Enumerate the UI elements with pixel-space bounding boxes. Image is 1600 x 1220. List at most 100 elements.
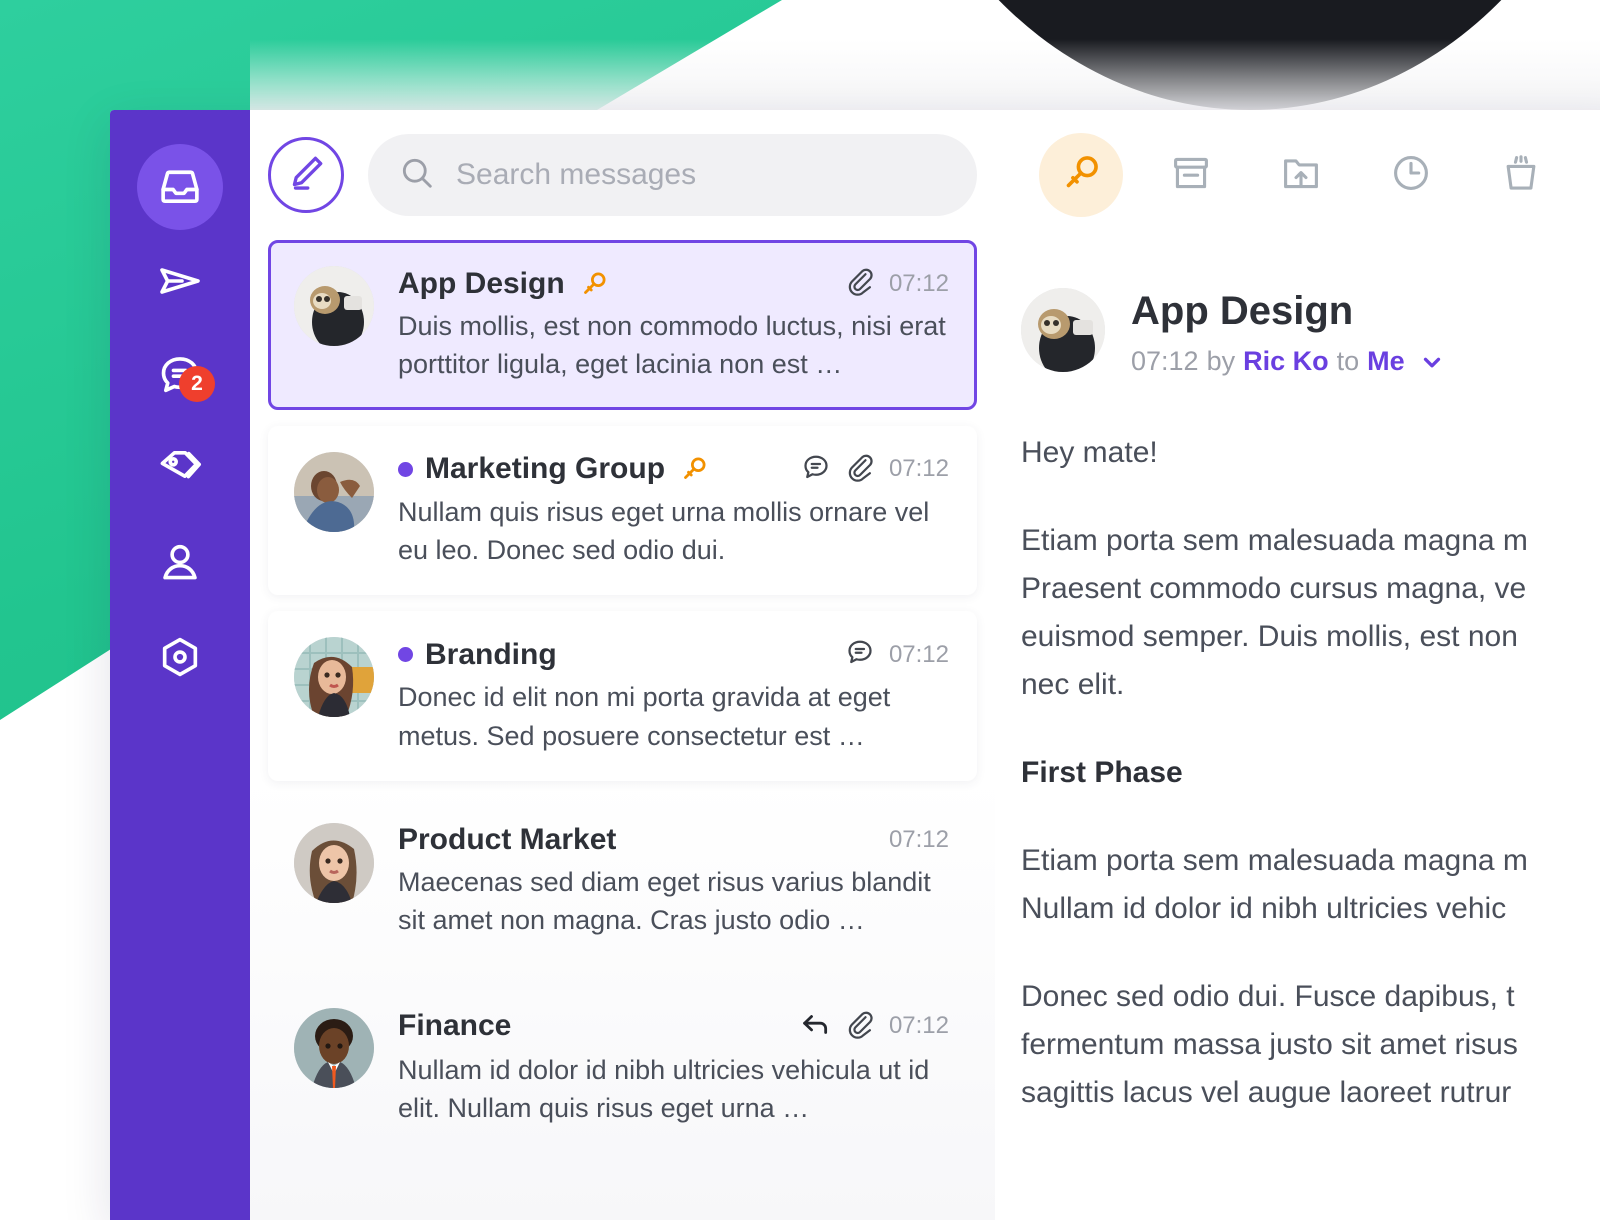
message-list[interactable]: App Design	[250, 240, 995, 1220]
sidebar-item-inbox[interactable]	[137, 144, 223, 230]
sidebar-item-contacts[interactable]	[137, 520, 223, 606]
inbox-icon	[157, 164, 203, 210]
body-paragraph-3: Donec sed odio dui. Fusce dapibus, t fer…	[1021, 973, 1600, 1117]
detail-time: 07:12	[1131, 346, 1199, 377]
message-title: Product Market	[398, 823, 616, 857]
message-header: Finance	[398, 1008, 949, 1045]
message-time: 07:12	[889, 1012, 949, 1040]
body-heading: First Phase	[1021, 749, 1600, 797]
snooze-button[interactable]	[1369, 133, 1453, 217]
message-title: Branding	[425, 638, 557, 672]
chats-unread-badge: 2	[179, 366, 215, 402]
app-window: 2	[110, 110, 1600, 1220]
sidebar-item-chats[interactable]: 2	[137, 332, 223, 418]
message-detail-column: App Design 07:12 by Ric Ko to Me Hey mat…	[995, 110, 1600, 1220]
message-body: Hey mate! Etiam porta sem malesuada magn…	[995, 377, 1600, 1157]
message-title: App Design	[398, 267, 565, 301]
comment-icon	[801, 452, 831, 487]
message-list-column: App Design	[250, 110, 995, 1220]
key-icon	[1059, 151, 1103, 200]
message-time: 07:12	[889, 641, 949, 669]
search-icon	[398, 154, 436, 197]
message-preview: Maecenas sed diam eget risus varius blan…	[398, 863, 949, 940]
message-content: App Design	[398, 266, 949, 384]
page-title: App Design	[1131, 288, 1445, 334]
unread-dot	[398, 647, 413, 662]
body-line: sagittis lacus vel augue laoreet rutrur	[1021, 1069, 1600, 1117]
settings-icon	[157, 634, 203, 680]
message-indicators: 07:12	[845, 266, 949, 301]
compose-button[interactable]	[268, 137, 344, 213]
message-preview: Nullam quis risus eget urna mollis ornar…	[398, 493, 949, 570]
body-line: Praesent commodo cursus magna, ve	[1021, 565, 1600, 613]
message-list-item-branding[interactable]: Branding 07:12 Donec id elit non mi p	[268, 611, 977, 781]
message-header: Marketing Group	[398, 452, 949, 487]
message-header: Product Market 07:12	[398, 823, 949, 857]
body-paragraph-1: Etiam porta sem malesuada magna m Praese…	[1021, 517, 1600, 709]
avatar	[294, 452, 374, 532]
message-content: Finance	[398, 1008, 949, 1128]
message-indicators: 07:12	[801, 452, 949, 487]
archive-icon	[1169, 151, 1213, 200]
sidebar-item-settings[interactable]	[137, 614, 223, 700]
sender-name[interactable]: Ric Ko	[1243, 346, 1329, 377]
sidebar-item-sent[interactable]	[137, 238, 223, 324]
chevron-down-icon[interactable]	[1419, 349, 1445, 375]
list-toolbar	[250, 110, 995, 240]
archive-button[interactable]	[1149, 133, 1233, 217]
body-line: Etiam porta sem malesuada magna m	[1021, 837, 1600, 885]
message-content: Product Market 07:12 Maecenas sed diam e…	[398, 823, 949, 940]
detail-toolbar	[995, 110, 1600, 240]
body-paragraph-2: Etiam porta sem malesuada magna m Nullam…	[1021, 837, 1600, 933]
recipient-name[interactable]: Me	[1367, 346, 1405, 377]
avatar	[294, 1008, 374, 1088]
send-icon	[156, 257, 204, 305]
body-greeting: Hey mate!	[1021, 429, 1600, 477]
detail-header-text: App Design 07:12 by Ric Ko to Me	[1131, 288, 1445, 377]
message-content: Branding 07:12 Donec id elit non mi p	[398, 637, 949, 755]
by-label: by	[1207, 346, 1236, 377]
attachment-icon	[845, 1009, 875, 1044]
message-header: Branding 07:12	[398, 637, 949, 672]
message-indicators: 07:12	[799, 1008, 949, 1045]
body-line: nec elit.	[1021, 661, 1600, 709]
message-list-item-app-design[interactable]: App Design	[268, 240, 977, 410]
move-to-folder-button[interactable]	[1259, 133, 1343, 217]
message-list-item-finance[interactable]: Finance	[268, 982, 977, 1154]
sidebar: 2	[110, 110, 250, 1220]
to-label: to	[1337, 346, 1360, 377]
key-button[interactable]	[1039, 133, 1123, 217]
dark-circle-shape	[870, 0, 1600, 110]
avatar	[294, 637, 374, 717]
avatar	[1021, 288, 1105, 372]
body-line: Nullam id dolor id nibh ultricies vehic	[1021, 885, 1600, 933]
message-indicators: 07:12	[845, 637, 949, 672]
body-line: Etiam porta sem malesuada magna m	[1021, 517, 1600, 565]
search-input[interactable]	[456, 158, 947, 192]
key-icon	[679, 454, 709, 484]
body-line: Donec sed odio dui. Fusce dapibus, t	[1021, 973, 1600, 1021]
message-title: Finance	[398, 1009, 511, 1043]
avatar	[294, 266, 374, 346]
message-preview: Donec id elit non mi porta gravida at eg…	[398, 678, 949, 755]
user-icon	[157, 540, 203, 586]
message-list-item-product-market[interactable]: Product Market 07:12 Maecenas sed diam e…	[268, 797, 977, 966]
body-line: fermentum massa justo sit amet risus	[1021, 1021, 1600, 1069]
unread-dot	[398, 462, 413, 477]
sidebar-item-tags[interactable]	[137, 426, 223, 512]
message-title: Marketing Group	[425, 452, 665, 486]
delete-button[interactable]	[1479, 133, 1563, 217]
body-line: euismod semper. Duis mollis, est non	[1021, 613, 1600, 661]
reply-icon	[799, 1008, 831, 1045]
comment-icon	[845, 637, 875, 672]
message-indicators: 07:12	[889, 826, 949, 854]
compose-icon	[285, 152, 327, 199]
clock-icon	[1389, 151, 1433, 200]
search-box[interactable]	[368, 134, 977, 216]
tag-icon	[156, 445, 204, 493]
message-header: App Design	[398, 266, 949, 301]
attachment-icon	[845, 266, 875, 301]
message-list-item-marketing-group[interactable]: Marketing Group	[268, 426, 977, 596]
message-preview: Duis mollis, est non commodo luctus, nis…	[398, 307, 949, 384]
message-preview: Nullam id dolor id nibh ultricies vehicu…	[398, 1051, 949, 1128]
